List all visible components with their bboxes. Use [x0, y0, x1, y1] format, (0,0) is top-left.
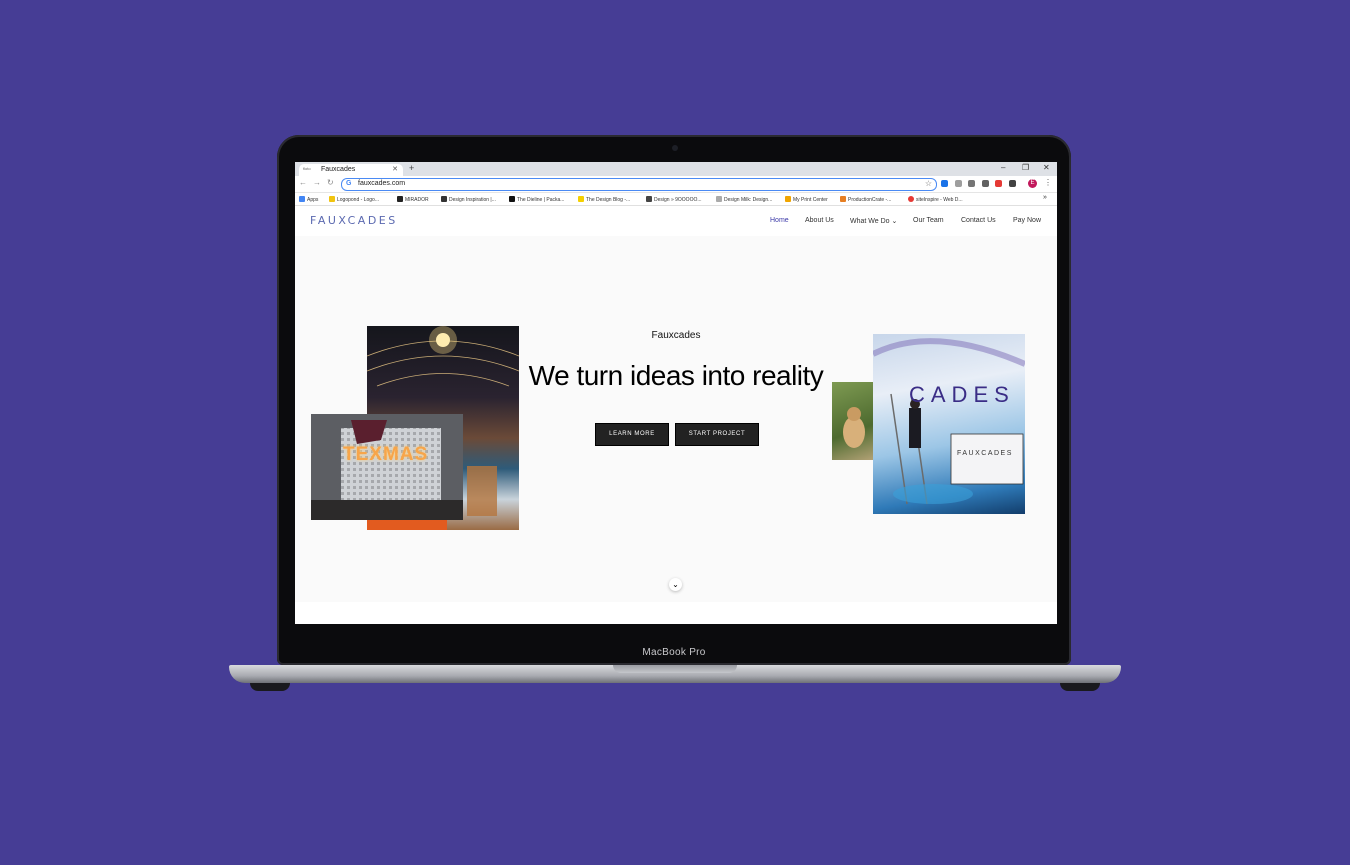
- bookmark-label: Design Inspiration |...: [449, 197, 496, 203]
- hero-section: TEXMAS CADES FAUXCADES Fauxcades We turn…: [295, 236, 1057, 602]
- bookmark-favicon-icon: [329, 196, 335, 202]
- scroll-down-chevron-icon[interactable]: ⌄: [669, 578, 682, 591]
- bookmark-label: MIRADOR: [405, 197, 429, 203]
- puzzle-icon[interactable]: [1009, 180, 1016, 187]
- google-icon: G: [346, 180, 352, 187]
- learn-more-button[interactable]: LEARN MORE: [595, 423, 669, 446]
- bookmark-star-icon[interactable]: ☆: [925, 179, 932, 188]
- laptop-foot: [250, 683, 290, 691]
- bookmark-favicon-icon: [840, 196, 846, 202]
- bookmark-favicon-icon: [908, 196, 914, 202]
- bookmark-label: ProductionCrate -...: [848, 197, 892, 203]
- base-notch: [613, 665, 737, 673]
- bookmark-favicon-icon: [509, 196, 515, 202]
- address-bar[interactable]: G fauxcades.com ☆: [341, 178, 937, 191]
- bookmark-item[interactable]: The Design Blog -...: [578, 196, 630, 203]
- profile-avatar[interactable]: E: [1028, 179, 1037, 188]
- browser-window: floto Fauxcades ✕ + – ❐ ✕ ← → ↻ G fauxca…: [295, 162, 1057, 624]
- bookmark-favicon-icon: [578, 196, 584, 202]
- extension-icon[interactable]: [995, 180, 1002, 187]
- laptop-base: [229, 665, 1121, 683]
- address-url: fauxcades.com: [358, 180, 406, 187]
- marquee-text: TEXMAS: [343, 444, 429, 465]
- bookmark-label: siteInspire - Web D...: [916, 197, 963, 203]
- nav-pay-now[interactable]: Pay Now: [1013, 217, 1041, 224]
- tab-fauxcades[interactable]: floto Fauxcades ✕: [299, 164, 403, 176]
- hero-eyebrow: Fauxcades: [651, 330, 701, 341]
- bookmark-favicon-icon: [441, 196, 447, 202]
- restore-icon[interactable]: ❐: [1022, 163, 1029, 172]
- extension-icon[interactable]: [968, 180, 975, 187]
- extension-icon[interactable]: [941, 180, 948, 187]
- new-tab-icon[interactable]: +: [409, 163, 414, 173]
- bookmark-item[interactable]: ProductionCrate -...: [840, 196, 891, 203]
- start-project-button[interactable]: START PROJECT: [675, 423, 759, 446]
- bookmark-item[interactable]: The Dieline | Packa...: [509, 196, 564, 203]
- laptop-lid: floto Fauxcades ✕ + – ❐ ✕ ← → ↻ G fauxca…: [277, 135, 1071, 665]
- bookmark-favicon-icon: [785, 196, 791, 202]
- bookmark-item[interactable]: Design Milk: Design...: [716, 196, 772, 203]
- device-brand-label: MacBook Pro: [642, 647, 706, 658]
- laptop-foot: [1060, 683, 1100, 691]
- bookmark-favicon-icon: [646, 196, 652, 202]
- bookmark-item[interactable]: MIRADOR: [397, 196, 429, 203]
- toolbar: ← → ↻ G fauxcades.com ☆ E ⋮: [295, 176, 1057, 193]
- texmas-sign-image: TEXMAS: [311, 414, 463, 520]
- site-logo[interactable]: FAUXCADES: [310, 214, 398, 227]
- bookmark-favicon-icon: [397, 196, 403, 202]
- extension-icon[interactable]: [955, 180, 962, 187]
- bookmark-label: Logopond - Logo...: [337, 197, 379, 203]
- below-fold-section: [295, 602, 1057, 624]
- reload-icon[interactable]: ↻: [327, 178, 334, 187]
- bookmark-label: Design » 9OOOOO...: [654, 197, 702, 203]
- back-icon[interactable]: ←: [299, 178, 307, 187]
- menu-icon[interactable]: ⋮: [1044, 178, 1052, 187]
- tab-favicon-icon: floto: [303, 166, 311, 171]
- camera-dot: [672, 145, 678, 151]
- bookmark-item[interactable]: Logopond - Logo...: [329, 196, 379, 203]
- bookmark-item[interactable]: My Print Center: [785, 196, 828, 203]
- hero-headline: We turn ideas into reality: [528, 360, 824, 391]
- nav-what-we-do[interactable]: What We Do ⌄: [850, 217, 897, 225]
- apps-grid-icon: [299, 196, 305, 202]
- forward-icon[interactable]: →: [313, 178, 321, 187]
- tab-title: Fauxcades: [321, 166, 356, 173]
- wall-sign-text: FAUXCADES: [957, 450, 1013, 457]
- bookmark-item[interactable]: Design » 9OOOOO...: [646, 196, 702, 203]
- bookmark-item[interactable]: Apps: [299, 196, 318, 203]
- bookmark-label: Apps: [307, 197, 319, 203]
- nav-home[interactable]: Home: [770, 217, 789, 224]
- site-header: FAUXCADES Home About Us What We Do ⌄ Our…: [295, 206, 1057, 236]
- bookmark-label: Design Milk: Design...: [724, 197, 773, 203]
- bookmark-item[interactable]: Design Inspiration |...: [441, 196, 496, 203]
- tab-strip: floto Fauxcades ✕ + – ❐ ✕: [295, 162, 1057, 176]
- bookmark-item[interactable]: siteInspire - Web D...: [908, 196, 963, 203]
- nav-contact-us[interactable]: Contact Us: [961, 217, 996, 224]
- bookmark-label: My Print Center: [793, 197, 828, 203]
- bookmarks-bar: Apps Logopond - Logo... MIRADOR Design I…: [295, 193, 1057, 206]
- nav-about-us[interactable]: About Us: [805, 217, 834, 224]
- bookmark-label: The Dieline | Packa...: [517, 197, 565, 203]
- bookmark-label: The Design Blog -...: [586, 197, 631, 203]
- nav-our-team[interactable]: Our Team: [913, 217, 944, 224]
- bookmark-favicon-icon: [716, 196, 722, 202]
- minimize-icon[interactable]: –: [1001, 163, 1005, 172]
- close-tab-icon[interactable]: ✕: [392, 165, 398, 173]
- bookmarks-overflow-icon[interactable]: »: [1043, 194, 1047, 201]
- window-close-icon[interactable]: ✕: [1043, 163, 1050, 172]
- extension-icon[interactable]: [982, 180, 989, 187]
